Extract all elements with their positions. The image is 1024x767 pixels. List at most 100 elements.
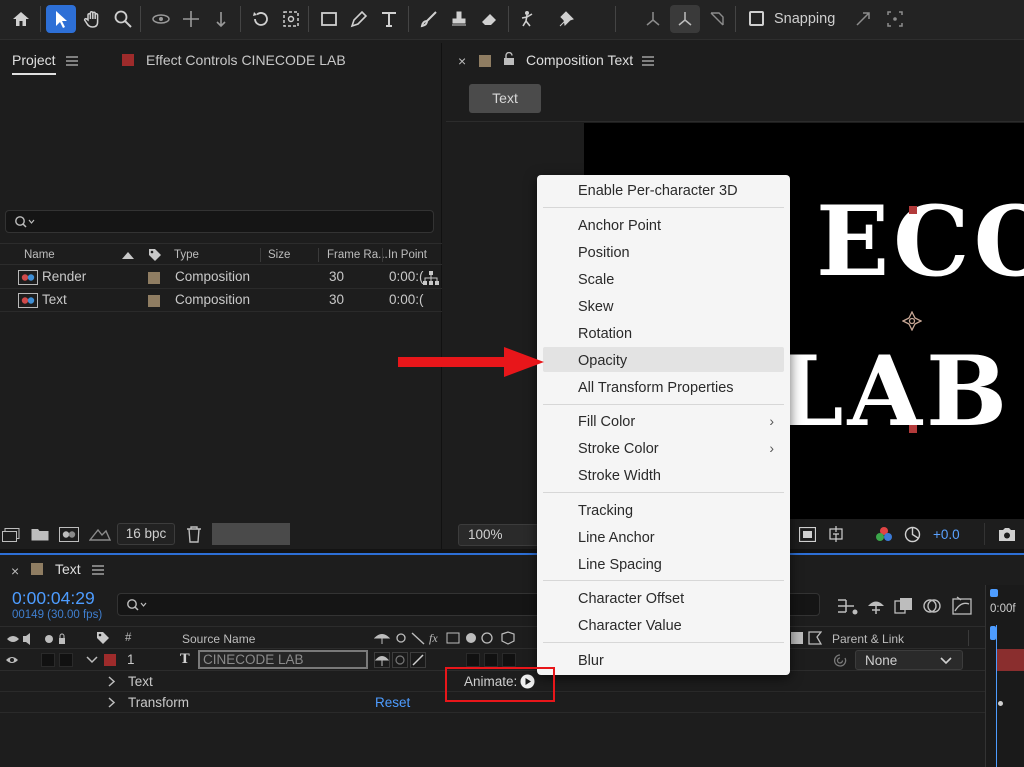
selection-arrow-icon[interactable] — [46, 5, 76, 33]
menu-item-blur[interactable]: Blur — [578, 653, 604, 669]
motion-blur-switch[interactable] — [466, 653, 480, 667]
panel-menu-icon[interactable] — [66, 56, 78, 66]
eraser-icon[interactable] — [474, 5, 504, 33]
submenu-chevron-icon: › — [769, 440, 774, 456]
bounding-handle[interactable] — [909, 206, 917, 214]
adjustment-switch[interactable] — [484, 653, 498, 667]
close-tab-icon[interactable]: × — [11, 563, 19, 579]
col-type[interactable]: Type — [174, 249, 199, 261]
pick-whip-icon — [834, 654, 847, 667]
tab-timeline[interactable]: Text — [55, 561, 81, 577]
panel-menu-icon[interactable] — [642, 56, 654, 66]
3d-layer-switch[interactable] — [502, 653, 516, 667]
menu-item-fill-color[interactable]: Fill Color — [578, 414, 635, 430]
graph-editor-icon — [952, 596, 972, 615]
keyframe-dot[interactable] — [998, 701, 1003, 706]
work-area-start[interactable] — [990, 589, 998, 597]
project-row[interactable]: Render Composition 30 0:00:( — [0, 267, 442, 289]
col-size[interactable]: Size — [268, 249, 290, 261]
label-tag-icon — [97, 632, 109, 644]
pan-behind-icon[interactable] — [276, 5, 306, 33]
quality-switch[interactable] — [410, 652, 426, 668]
menu-item-stroke-color[interactable]: Stroke Color — [578, 441, 659, 457]
home-icon[interactable] — [6, 5, 36, 33]
pan-camera-icon[interactable] — [176, 5, 206, 33]
exposure-value[interactable]: +0.0 — [933, 527, 960, 542]
tab-project[interactable]: Project — [12, 52, 56, 68]
bit-depth-button[interactable]: 16 bpc — [117, 523, 175, 545]
tab-effect-controls[interactable]: Effect Controls CINECODE LAB — [146, 52, 346, 68]
composition-icon — [18, 293, 38, 308]
pen-icon[interactable] — [344, 5, 374, 33]
menu-item-stroke-width[interactable]: Stroke Width — [578, 468, 661, 484]
collapse-switch[interactable] — [392, 652, 408, 668]
reset-transform-link[interactable]: Reset — [375, 695, 410, 710]
parent-select[interactable]: None — [855, 650, 963, 670]
bounding-handle[interactable] — [909, 425, 917, 433]
comp-label-swatch — [479, 55, 491, 67]
menu-item-opacity[interactable]: Opacity — [578, 353, 627, 369]
comp-flowchart-chip[interactable]: Text — [469, 84, 541, 113]
project-row[interactable]: Text Composition 30 0:00:( — [0, 290, 442, 312]
menu-item-tracking[interactable]: Tracking — [578, 503, 633, 519]
layer-duration-bar[interactable] — [996, 649, 1024, 671]
orbit-camera-icon[interactable] — [146, 5, 176, 33]
time-graph[interactable]: 0:00f — [985, 585, 1024, 767]
expand-snap-icon[interactable] — [848, 5, 878, 33]
solo-switch[interactable] — [41, 653, 55, 667]
project-item-in-point: 0:00:( — [389, 292, 424, 307]
brush-icon[interactable] — [414, 5, 444, 33]
menu-item-character-offset[interactable]: Character Offset — [578, 591, 684, 607]
panel-menu-icon[interactable] — [92, 565, 104, 575]
rotate-icon[interactable] — [246, 5, 276, 33]
tab-composition[interactable]: Composition Text — [526, 52, 633, 68]
roto-brush-icon[interactable] — [514, 5, 544, 33]
menu-item-line-anchor[interactable]: Line Anchor — [578, 530, 655, 546]
new-composition-icon — [59, 527, 79, 542]
zoom-icon[interactable] — [108, 5, 138, 33]
animate-context-menu: Enable Per-character 3D Anchor Point Pos… — [537, 175, 790, 675]
menu-item-position[interactable]: Position — [578, 245, 630, 261]
property-text-label: Text — [128, 674, 153, 689]
type-icon[interactable] — [374, 5, 404, 33]
layer-name-field[interactable]: CINECODE LAB — [198, 650, 368, 669]
hand-icon[interactable] — [78, 5, 108, 33]
col-name[interactable]: Name — [24, 249, 55, 261]
axis-view-icon[interactable] — [702, 5, 732, 33]
menu-item-rotation[interactable]: Rotation — [578, 326, 632, 342]
col-frame-rate[interactable]: Frame Ra... — [327, 249, 388, 261]
layer-label-swatch[interactable] — [104, 654, 116, 666]
col-in-point[interactable]: In Point — [388, 249, 427, 261]
lock-switch[interactable] — [59, 653, 73, 667]
viewer-text-line2: LAB — [776, 335, 1012, 448]
col-layer-number: # — [125, 632, 132, 644]
menu-item-anchor-point[interactable]: Anchor Point — [578, 218, 661, 234]
project-columns-header: Name Type Size Frame Ra... In Point — [0, 243, 442, 265]
menu-item-character-value[interactable]: Character Value — [578, 618, 682, 634]
menu-item-skew[interactable]: Skew — [578, 299, 613, 315]
project-search-input[interactable] — [5, 210, 434, 233]
close-tab-icon[interactable]: × — [458, 53, 466, 69]
trash-icon — [187, 526, 201, 543]
magnification-select[interactable]: 100% — [458, 524, 548, 546]
col-parent-link[interactable]: Parent & Link — [832, 632, 904, 646]
current-time-display[interactable]: 0:00:04:29 — [12, 588, 95, 609]
shy-switch[interactable] — [374, 652, 390, 668]
clone-stamp-icon[interactable] — [444, 5, 474, 33]
snapping-checkbox[interactable] — [749, 11, 764, 26]
lock-icon — [504, 52, 514, 65]
menu-item-scale[interactable]: Scale — [578, 272, 614, 288]
menu-item-line-spacing[interactable]: Line Spacing — [578, 557, 662, 573]
annotation-highlight-box — [445, 667, 555, 702]
axis-local-icon[interactable] — [638, 5, 668, 33]
menu-item-all-transform-properties[interactable]: All Transform Properties — [578, 380, 734, 396]
interpret-footage-icon — [2, 528, 20, 542]
expand-chevron-icon — [86, 656, 98, 664]
puppet-pin-icon[interactable] — [552, 5, 582, 33]
axis-world-icon[interactable] — [670, 5, 700, 33]
snap-target-icon[interactable] — [880, 5, 910, 33]
menu-item-enable-per-character-3d[interactable]: Enable Per-character 3D — [578, 183, 738, 199]
col-source-name[interactable]: Source Name — [182, 632, 255, 646]
rectangle-icon[interactable] — [314, 5, 344, 33]
dolly-camera-icon[interactable] — [206, 5, 236, 33]
